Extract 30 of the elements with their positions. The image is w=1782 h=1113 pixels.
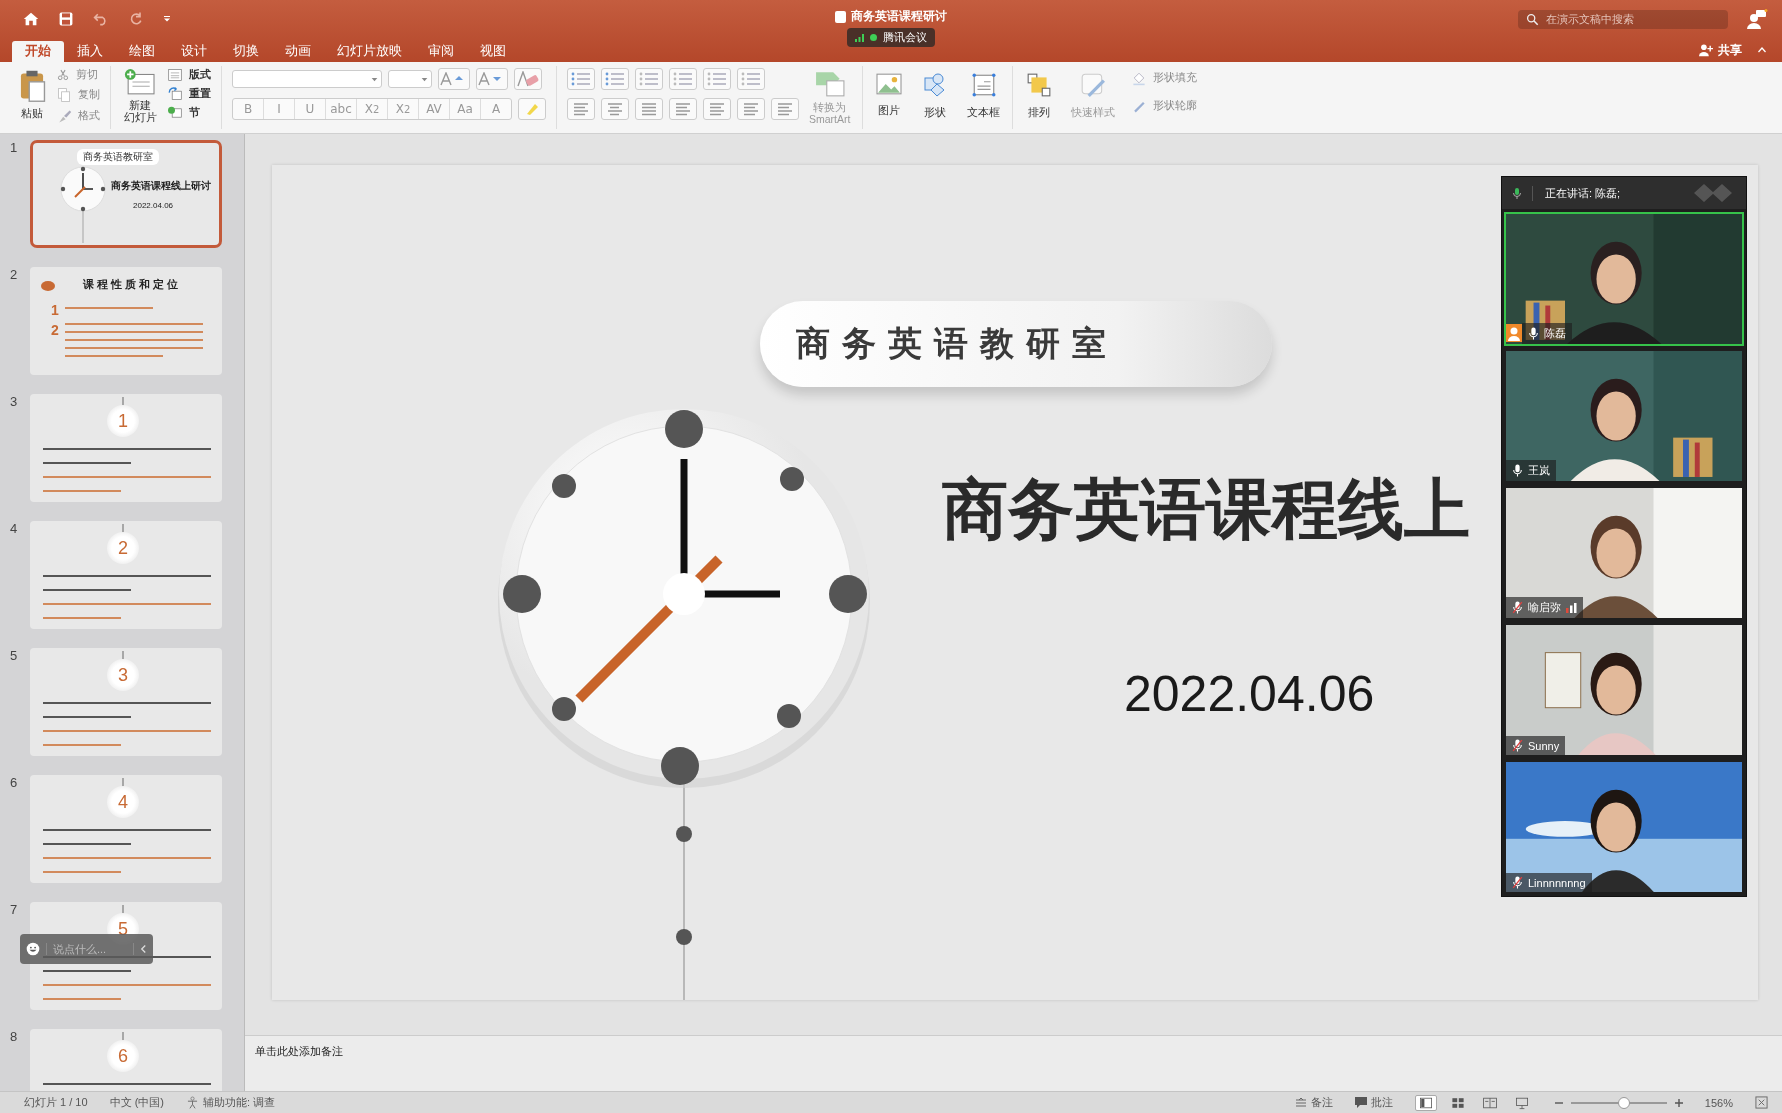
slide-number: 8 (9, 1029, 19, 1045)
point-number: 3 (107, 659, 139, 691)
point-number: 6 (107, 1040, 139, 1072)
slide-date: 2022.04.06 (133, 201, 174, 210)
window-title: 商务英语课程研讨 (851, 8, 947, 25)
participant-name: 王岚 (1528, 463, 1550, 478)
slide-number: 1 (9, 140, 19, 156)
point-number: 4 (107, 786, 139, 818)
slide-title: 商务英语课程线上 (942, 471, 1470, 548)
point-number: 2 (107, 532, 139, 564)
slide-heading: 课程性质和定位 (83, 278, 182, 291)
participant-name: Sunny (1528, 739, 1560, 752)
slide-number: 7 (9, 902, 19, 918)
slide-number: 5 (9, 648, 19, 664)
point-number: 2 (51, 322, 59, 338)
participant-name: 喻启弥 (1528, 600, 1561, 615)
slide-date: 2022.04.06 (1124, 665, 1375, 723)
slide-number: 6 (9, 775, 19, 791)
slide-title-pill: 商务英语教研室 (760, 301, 1272, 387)
point-number: 1 (107, 405, 139, 437)
slide-counter: 幻灯片 1 / 10 (24, 1095, 88, 1110)
slide-title: 商务英语课程线上研讨 (111, 179, 211, 193)
point-number: 1 (51, 302, 59, 318)
slide-number: 4 (9, 521, 19, 537)
slide-number: 3 (9, 394, 19, 410)
participant-name: Linnnnnnng (1528, 876, 1586, 889)
speaker-label: 正在讲话: 陈磊; (1532, 185, 1621, 201)
participant-name: 陈磊 (1544, 326, 1566, 341)
slide-title-pill: 商务英语教研室 (77, 149, 159, 165)
slide-number: 2 (9, 267, 19, 283)
